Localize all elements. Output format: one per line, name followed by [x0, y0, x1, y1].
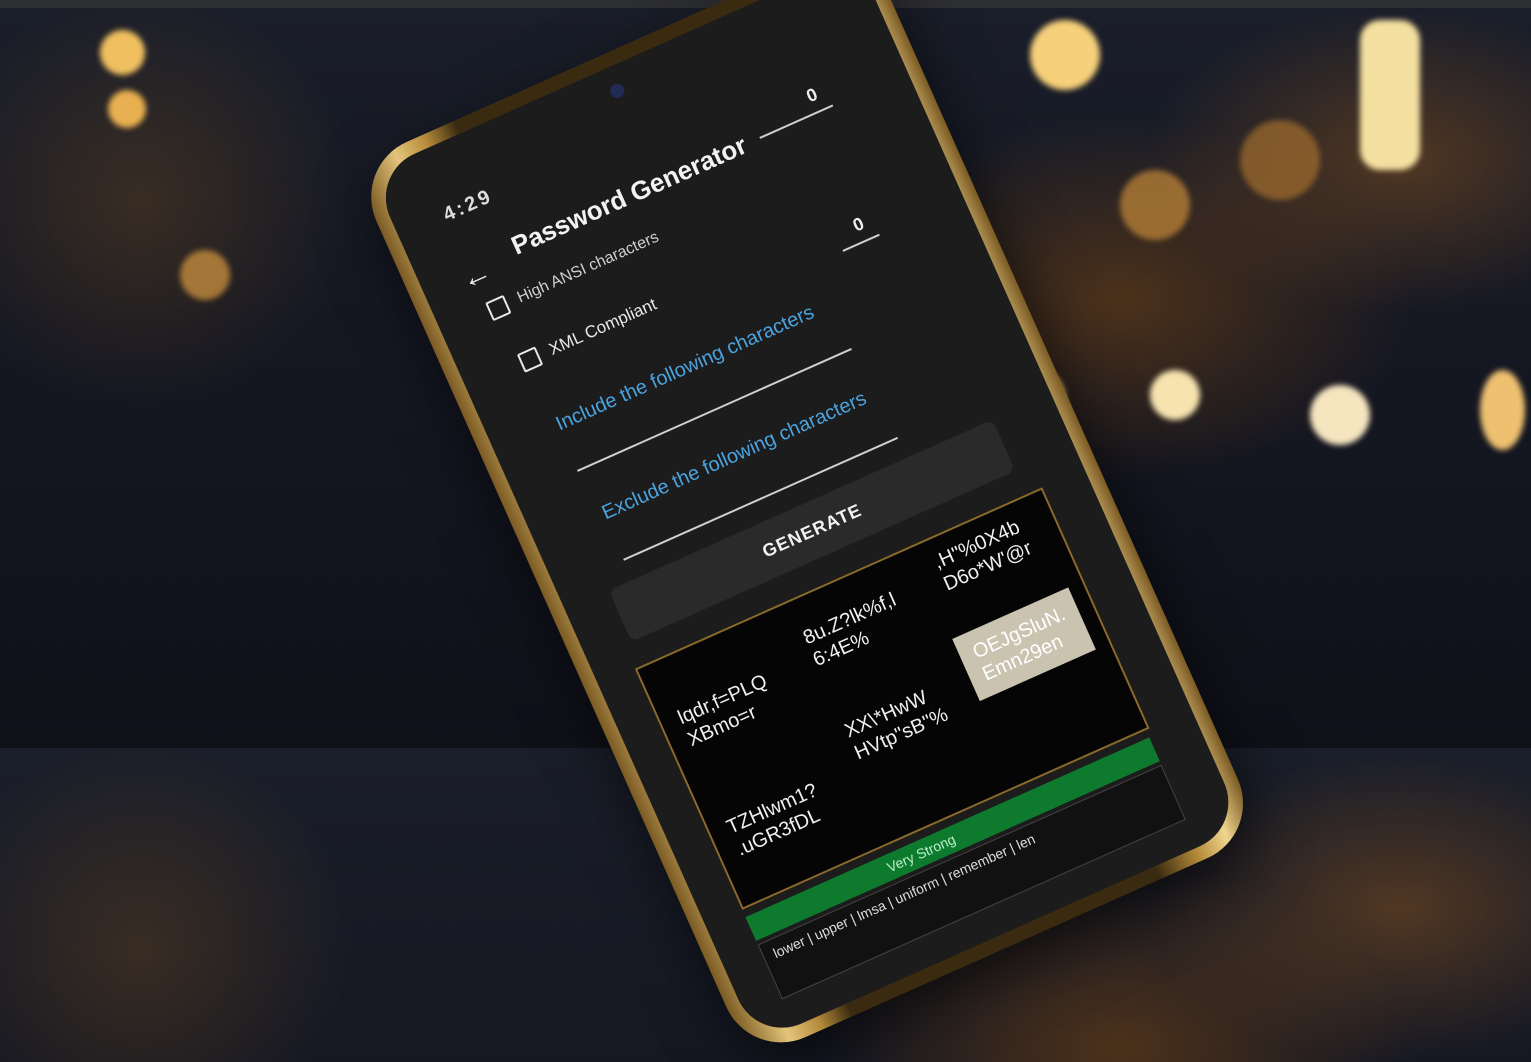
bokeh-light — [180, 250, 230, 300]
high-ansi-checkbox[interactable] — [485, 294, 512, 322]
bokeh-light — [1310, 385, 1370, 445]
bokeh-light — [1030, 20, 1100, 90]
bokeh-light — [108, 90, 146, 128]
xml-compliant-row[interactable]: XML Compliant — [516, 294, 660, 373]
include-count-underline — [842, 233, 880, 252]
camera-icon — [608, 81, 627, 101]
bokeh-light — [1360, 20, 1420, 170]
status-time: 4:29 — [439, 184, 497, 227]
password-item-selected[interactable]: OEJgSluN. Emn29en — [952, 587, 1096, 702]
bokeh-light — [1240, 120, 1320, 200]
high-ansi-count[interactable]: 0 — [803, 84, 821, 107]
password-item[interactable]: XX\*HwW HVtp"sB"% — [841, 681, 952, 765]
xml-compliant-label: XML Compliant — [546, 294, 660, 359]
phone-screen: 4:29 ← Password Generator 0 High ANSI ch… — [370, 0, 1244, 1044]
high-ansi-count-underline — [759, 104, 834, 139]
back-arrow-icon[interactable]: ← — [456, 255, 497, 298]
password-item[interactable]: lqdr,f=PLQ XBmo=r — [674, 669, 780, 752]
bokeh-light — [1120, 170, 1190, 240]
password-item[interactable]: 8u.Z?lk%f,l 6:4E% — [800, 588, 910, 672]
bokeh-light — [100, 30, 145, 75]
password-item[interactable]: TZHlwm1? .uGR3fDL — [723, 778, 831, 861]
xml-compliant-checkbox[interactable] — [516, 346, 544, 373]
include-count[interactable]: 0 — [850, 213, 868, 236]
phone-frame: 4:29 ← Password Generator 0 High ANSI ch… — [352, 0, 1263, 1062]
bokeh-light — [1480, 370, 1525, 450]
password-item[interactable]: ,H"%0X4b D6o*W'@r — [930, 514, 1036, 596]
bokeh-light — [1150, 370, 1200, 420]
